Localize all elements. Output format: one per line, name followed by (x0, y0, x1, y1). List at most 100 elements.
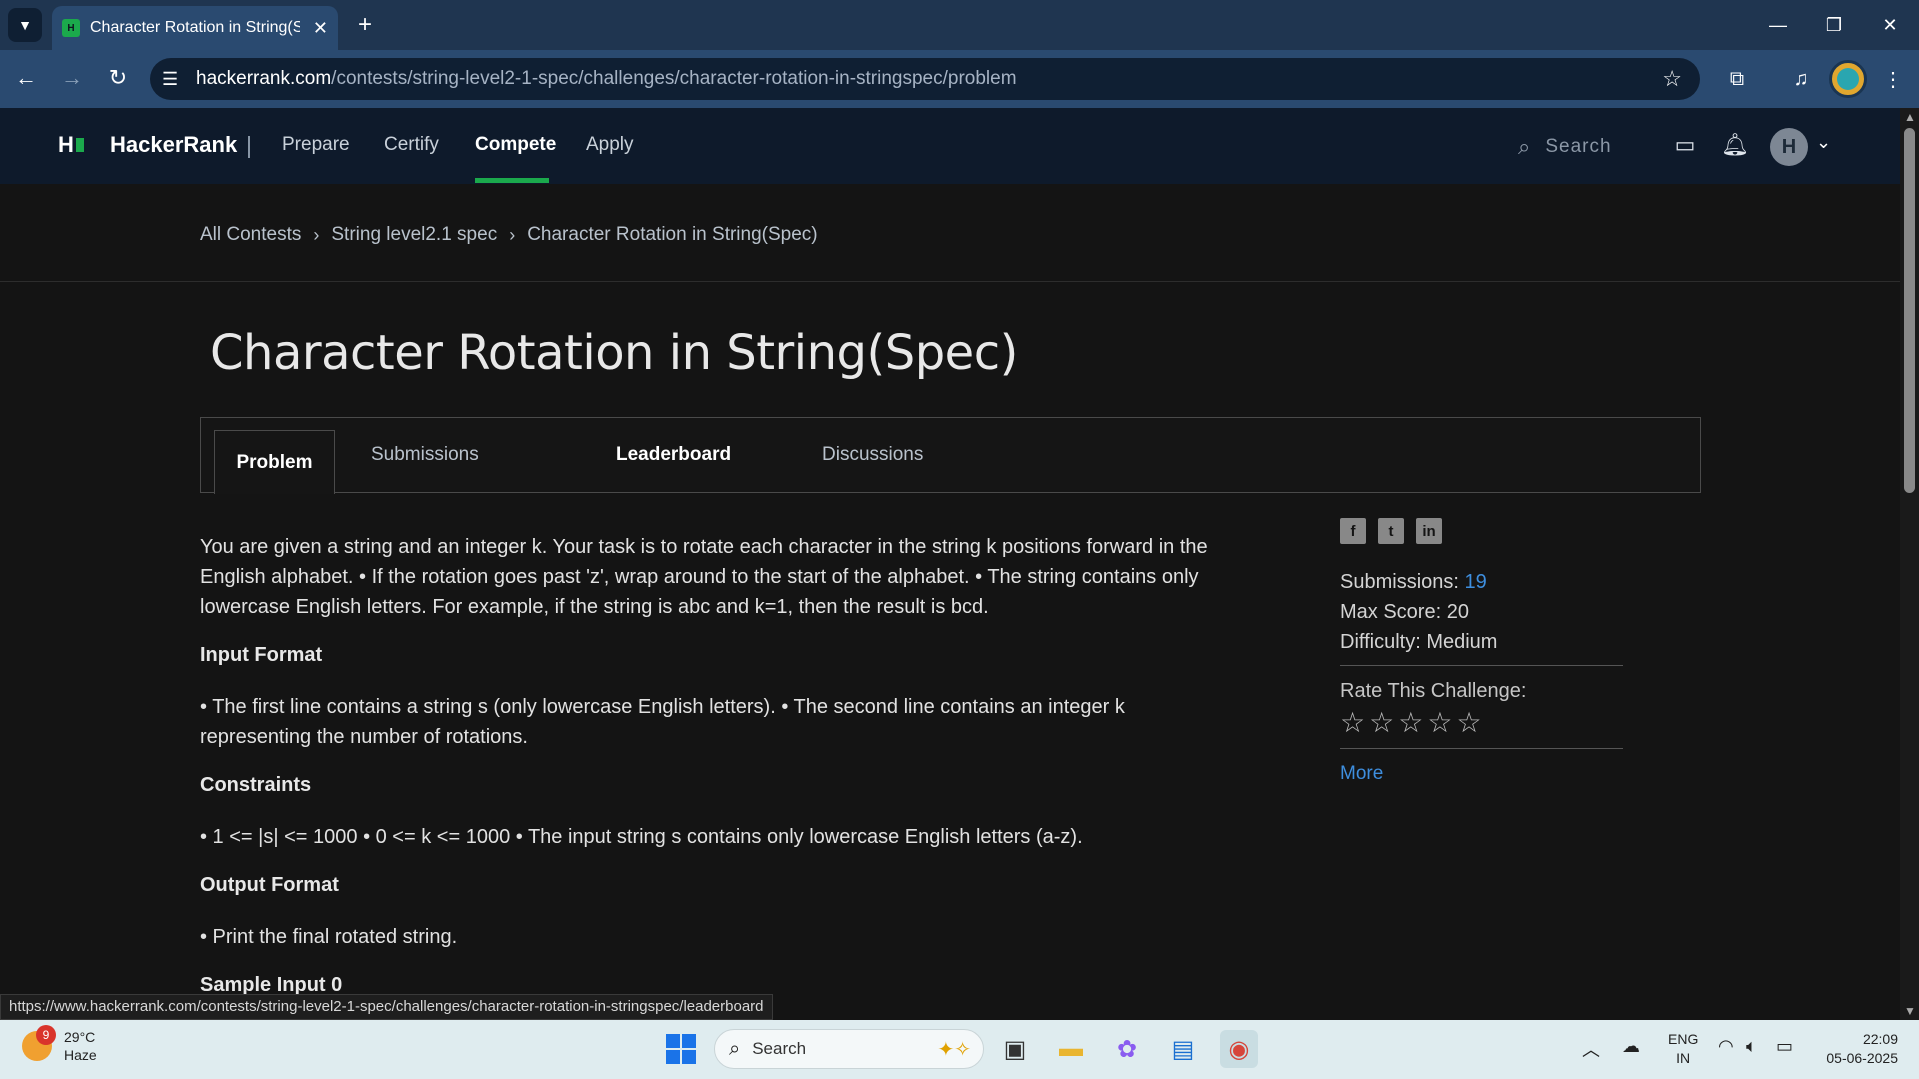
media-control-icon[interactable]: ♫ (1784, 62, 1818, 96)
task-view-icon[interactable]: ▣ (996, 1030, 1034, 1068)
constraints-heading: Constraints (200, 774, 312, 796)
active-nav-indicator (475, 178, 549, 183)
nav-apply[interactable]: Apply (586, 134, 634, 156)
forward-icon[interactable]: → (56, 62, 88, 94)
more-link[interactable]: More (1340, 759, 1623, 789)
input-format-text: • The first line contains a string s (on… (200, 696, 1125, 748)
constraints-text: • 1 <= |s| <= 1000 • 0 <= k <= 1000 • Th… (200, 826, 1083, 848)
tab-leaderboard[interactable]: Leaderboard (616, 418, 731, 492)
user-avatar[interactable]: H (1770, 128, 1808, 166)
scroll-up-icon[interactable]: ▲ (1904, 110, 1916, 124)
weather-temp: 29°C (64, 1029, 96, 1045)
max-score-stat: Max Score: 20 (1340, 601, 1469, 623)
taskbar-search[interactable]: ⌕ Search ✦✧ (714, 1029, 984, 1069)
breadcrumb-contest[interactable]: String level2.1 spec (331, 224, 497, 246)
browser-profile-avatar[interactable] (1829, 60, 1867, 98)
nav-compete[interactable]: Compete (475, 134, 556, 156)
battery-icon[interactable]: ▭ (1776, 1036, 1793, 1057)
url-text: hackerrank.com/contests/string-level2-1-… (196, 68, 1017, 89)
bookmark-star-icon[interactable]: ☆ (1662, 66, 1682, 92)
browser-tab[interactable]: H Character Rotation in String(Spec) ✕ (52, 6, 338, 50)
reload-icon[interactable]: ↻ (102, 62, 134, 94)
challenge-stats: Submissions: 19 Max Score: 20 Difficulty… (1340, 567, 1623, 789)
site-info-icon[interactable]: ☰ (162, 69, 186, 90)
browser-tab-strip: ▼ H Character Rotation in String(Spec) ✕… (0, 0, 1919, 50)
hackerrank-logo[interactable]: H (58, 132, 84, 158)
star-icon[interactable]: ☆ (1340, 706, 1365, 740)
close-window-button[interactable]: ✕ (1862, 0, 1918, 50)
breadcrumb-all-contests[interactable]: All Contests (200, 224, 301, 246)
output-format-text: • Print the final rotated string. (200, 926, 458, 948)
address-bar[interactable]: ☰ hackerrank.com/contests/string-level2-… (150, 58, 1700, 100)
difficulty-stat: Difficulty: Medium (1340, 631, 1498, 653)
search-icon: ⌕ (1518, 134, 1532, 159)
chevron-down-icon[interactable]: ⌄ (1816, 132, 1831, 153)
volume-icon[interactable]: 🔈︎ (1746, 1036, 1757, 1057)
problem-intro: You are given a string and an integer k.… (200, 536, 1208, 618)
page-title: Character Rotation in String(Spec) (210, 325, 1018, 381)
site-search[interactable]: ⌕ Search (1518, 134, 1612, 160)
extensions-icon[interactable]: ⧉ (1720, 62, 1754, 96)
star-icon[interactable]: ☆ (1369, 706, 1394, 740)
show-hidden-icons-chevron[interactable]: ︿ (1582, 1036, 1600, 1062)
weather-desc: Haze (64, 1047, 97, 1063)
tab-title: Character Rotation in String(Spec) (90, 19, 300, 36)
file-explorer-icon[interactable]: ▬ (1052, 1030, 1090, 1068)
facebook-icon[interactable]: f (1340, 518, 1366, 544)
language-indicator[interactable]: ENG IN (1668, 1030, 1698, 1068)
wifi-icon[interactable]: ◠ (1718, 1036, 1734, 1057)
link-status-bubble: https://www.hackerrank.com/contests/stri… (0, 994, 773, 1020)
new-tab-button[interactable]: + (348, 8, 382, 42)
system-clock[interactable]: 22:09 05-06-2025 (1818, 1030, 1898, 1068)
restore-button[interactable]: ❐ (1806, 0, 1862, 50)
breadcrumb-bar: All Contests › String level2.1 spec › Ch… (0, 184, 1900, 282)
linkedin-icon[interactable]: in (1416, 518, 1442, 544)
weather-widget[interactable]: 9 29°C Haze (22, 1025, 97, 1064)
tab-submissions[interactable]: Submissions (371, 418, 479, 492)
hackerrank-favicon: H (62, 19, 80, 37)
nav-prepare[interactable]: Prepare (282, 134, 350, 156)
notepad-icon[interactable]: ▤ (1164, 1030, 1202, 1068)
hackerrank-navbar: H HackerRank Prepare Certify Compete App… (0, 108, 1900, 184)
brand-name[interactable]: HackerRank (110, 132, 237, 158)
problem-statement: You are given a string and an integer k.… (200, 532, 1240, 1022)
rate-label: Rate This Challenge: (1340, 680, 1527, 702)
scrollbar-thumb[interactable] (1904, 128, 1915, 493)
nav-certify[interactable]: Certify (384, 134, 439, 156)
chevron-right-icon: › (313, 224, 320, 245)
weather-icon: 9 (22, 1025, 56, 1061)
star-icon[interactable]: ☆ (1398, 706, 1423, 740)
star-icon[interactable]: ☆ (1456, 706, 1481, 740)
start-button[interactable] (666, 1034, 696, 1064)
tab-discussions[interactable]: Discussions (822, 418, 923, 492)
browser-menu-icon[interactable]: ⋮ (1876, 62, 1910, 96)
star-icon[interactable]: ☆ (1427, 706, 1452, 740)
search-icon: ⌕ (729, 1037, 741, 1060)
copilot-icon[interactable]: ✿ (1108, 1030, 1146, 1068)
output-format-heading: Output Format (200, 874, 339, 896)
twitter-icon[interactable]: t (1378, 518, 1404, 544)
divider (1340, 665, 1623, 666)
windows-taskbar: 9 29°C Haze ⌕ Search ✦✧ ▣ ▬ ✿ ▤ ◉ ︿ ☁︎ E… (0, 1020, 1919, 1079)
submissions-count-link[interactable]: 19 (1465, 571, 1487, 593)
breadcrumb: All Contests › String level2.1 spec › Ch… (200, 224, 818, 246)
tab-problem[interactable]: Problem (214, 430, 335, 494)
chevron-right-icon: › (509, 224, 516, 245)
submissions-stat: Submissions: 19 (1340, 571, 1487, 593)
page-scrollbar[interactable]: ▲ ▼ (1900, 108, 1919, 1020)
back-icon[interactable]: ← (10, 62, 42, 94)
nav-divider (248, 136, 250, 158)
tab-search-button[interactable]: ▼ (8, 8, 42, 42)
onedrive-offline-icon[interactable]: ☁︎ (1622, 1036, 1640, 1057)
minimize-button[interactable]: — (1750, 0, 1806, 50)
messages-icon[interactable]: ▭ (1670, 130, 1700, 160)
breadcrumb-challenge[interactable]: Character Rotation in String(Spec) (527, 224, 817, 246)
divider (1340, 748, 1623, 749)
notifications-bell-icon[interactable]: 🔔︎ (1720, 130, 1750, 160)
scroll-down-icon[interactable]: ▼ (1904, 1004, 1916, 1018)
rating-stars: ☆ ☆ ☆ ☆ ☆ (1340, 706, 1623, 740)
weather-badge: 9 (36, 1025, 56, 1045)
chrome-icon[interactable]: ◉ (1220, 1030, 1258, 1068)
copilot-sparkle-icon: ✦✧ (937, 1038, 971, 1061)
tab-close-icon[interactable]: ✕ (313, 18, 328, 39)
